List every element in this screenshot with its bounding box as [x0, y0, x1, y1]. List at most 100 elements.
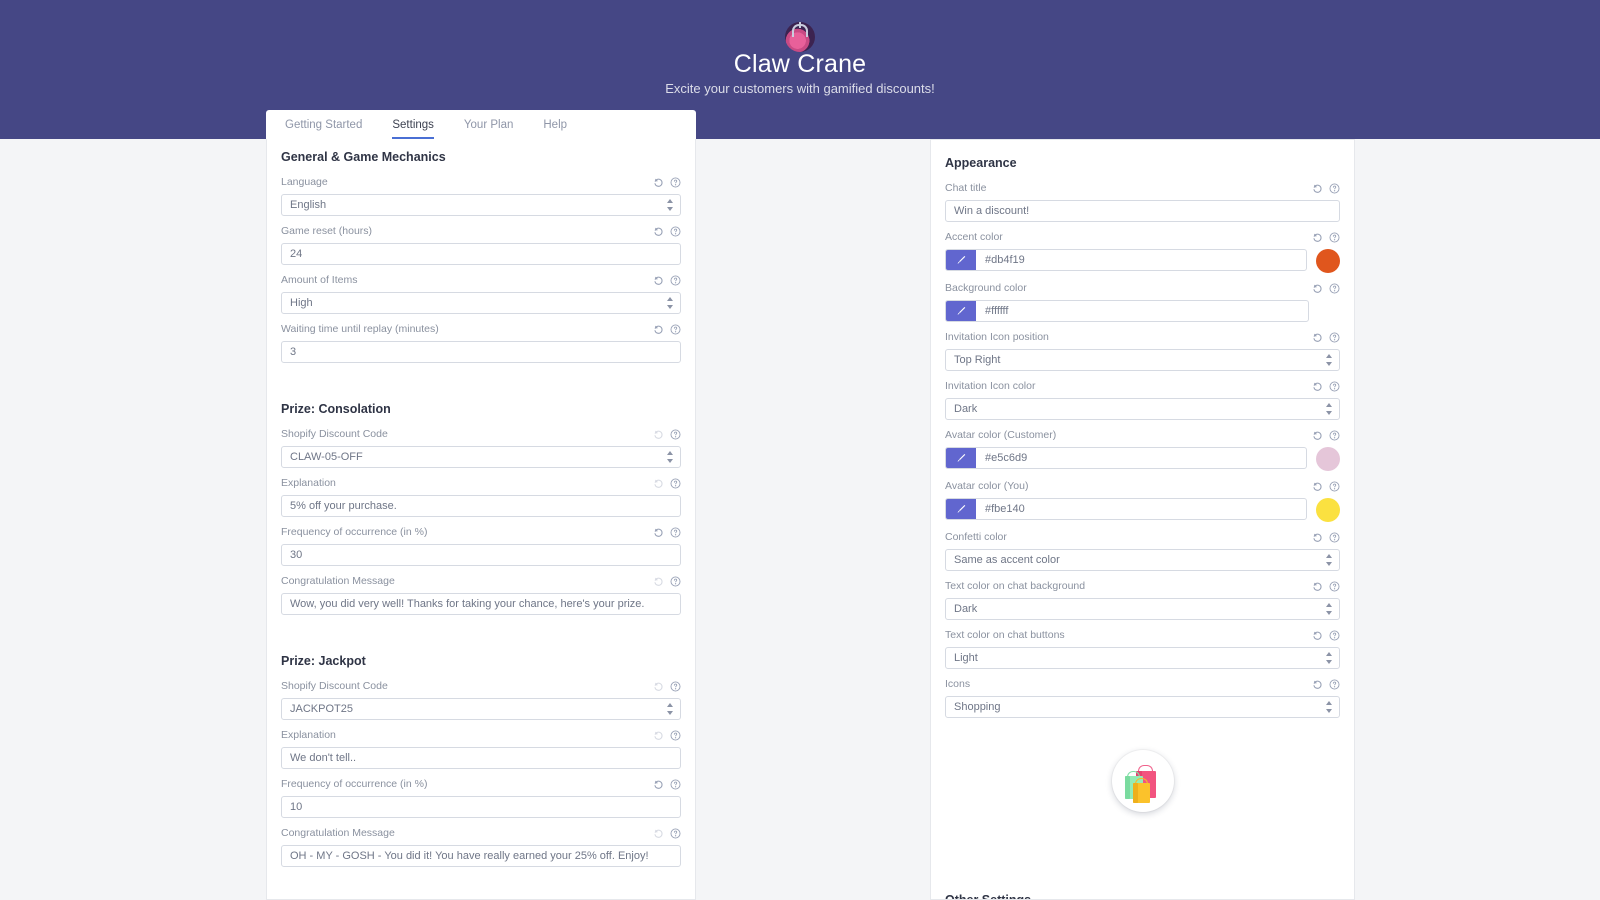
reset-arrow-icon[interactable] — [653, 576, 664, 587]
color-value[interactable]: #ffffff — [976, 305, 1308, 317]
field-invitation-icon-position: Invitation Icon position Top Right — [945, 329, 1340, 371]
reset-arrow-icon[interactable] — [653, 828, 664, 839]
color-input-avatar-color-customer[interactable]: #e5c6d9 — [945, 447, 1307, 469]
reset-arrow-icon[interactable] — [653, 478, 664, 489]
tab-your-plan[interactable]: Your Plan — [464, 110, 513, 139]
field-label: Frequency of occurrence (in %) — [281, 778, 428, 790]
input-chat-title[interactable]: Win a discount! — [945, 200, 1340, 222]
reset-arrow-icon[interactable] — [653, 324, 664, 335]
input-explanation[interactable]: We don't tell.. — [281, 747, 681, 769]
field-value: We don't tell.. — [290, 752, 357, 764]
color-picker-button[interactable] — [946, 448, 976, 468]
field-frequency-of-occurrence-in: Frequency of occurrence (in %) 30 — [281, 524, 681, 566]
help-circle-icon[interactable] — [1329, 430, 1340, 441]
field-actions — [653, 527, 681, 538]
select-invitation-icon-color[interactable]: Dark — [945, 398, 1340, 420]
reset-arrow-icon[interactable] — [653, 226, 664, 237]
appearance-panel: Appearance Chat title Win a discount! Acce… — [930, 139, 1355, 900]
help-circle-icon[interactable] — [670, 779, 681, 790]
help-circle-icon[interactable] — [1329, 381, 1340, 392]
help-circle-icon[interactable] — [1329, 232, 1340, 243]
help-circle-icon[interactable] — [1329, 630, 1340, 641]
select-invitation-icon-position[interactable]: Top Right — [945, 349, 1340, 371]
reset-arrow-icon[interactable] — [653, 779, 664, 790]
reset-arrow-icon[interactable] — [653, 730, 664, 741]
field-actions — [1312, 481, 1340, 492]
color-picker-button[interactable] — [946, 250, 976, 270]
color-picker-button[interactable] — [946, 301, 976, 321]
reset-arrow-icon[interactable] — [1312, 581, 1323, 592]
reset-arrow-icon[interactable] — [1312, 232, 1323, 243]
input-frequency-of-occurrence-in[interactable]: 10 — [281, 796, 681, 818]
help-circle-icon[interactable] — [670, 324, 681, 335]
color-value[interactable]: #e5c6d9 — [976, 452, 1306, 464]
field-actions — [1312, 430, 1340, 441]
reset-arrow-icon[interactable] — [653, 177, 664, 188]
color-input-avatar-color-you[interactable]: #fbe140 — [945, 498, 1307, 520]
select-shopify-discount-code[interactable]: JACKPOT25 — [281, 698, 681, 720]
help-circle-icon[interactable] — [670, 429, 681, 440]
help-circle-icon[interactable] — [670, 478, 681, 489]
color-value[interactable]: #db4f19 — [976, 254, 1306, 266]
tab-help[interactable]: Help — [543, 110, 567, 139]
tab-settings[interactable]: Settings — [392, 110, 434, 139]
help-circle-icon[interactable] — [1329, 183, 1340, 194]
reset-arrow-icon[interactable] — [653, 527, 664, 538]
reset-arrow-icon[interactable] — [653, 681, 664, 692]
reset-arrow-icon[interactable] — [1312, 679, 1323, 690]
section-title-appearance: Appearance — [945, 156, 1017, 170]
help-circle-icon[interactable] — [670, 177, 681, 188]
reset-arrow-icon[interactable] — [653, 429, 664, 440]
input-explanation[interactable]: 5% off your purchase. — [281, 495, 681, 517]
reset-arrow-icon[interactable] — [1312, 283, 1323, 294]
reset-arrow-icon[interactable] — [1312, 630, 1323, 641]
field-value: 5% off your purchase. — [290, 500, 397, 512]
field-label: Congratulation Message — [281, 575, 395, 587]
color-input-background-color[interactable]: #ffffff — [945, 300, 1309, 322]
help-circle-icon[interactable] — [670, 828, 681, 839]
reset-arrow-icon[interactable] — [1312, 532, 1323, 543]
color-picker-button[interactable] — [946, 499, 976, 519]
select-confetti-color[interactable]: Same as accent color — [945, 549, 1340, 571]
reset-arrow-icon[interactable] — [1312, 481, 1323, 492]
reset-arrow-icon[interactable] — [1312, 183, 1323, 194]
reset-arrow-icon[interactable] — [1312, 332, 1323, 343]
reset-arrow-icon[interactable] — [1312, 430, 1323, 441]
field-value: Light — [954, 652, 978, 664]
reset-arrow-icon[interactable] — [1312, 381, 1323, 392]
help-circle-icon[interactable] — [1329, 679, 1340, 690]
reset-arrow-icon[interactable] — [653, 275, 664, 286]
help-circle-icon[interactable] — [670, 681, 681, 692]
field-actions — [653, 324, 681, 335]
help-circle-icon[interactable] — [670, 576, 681, 587]
field-label: Frequency of occurrence (in %) — [281, 526, 428, 538]
help-circle-icon[interactable] — [670, 226, 681, 237]
select-text-color-on-chat-buttons[interactable]: Light — [945, 647, 1340, 669]
field-actions — [653, 779, 681, 790]
input-congratulation-message[interactable]: Wow, you did very well! Thanks for takin… — [281, 593, 681, 615]
field-shopify-discount-code: Shopify Discount Code JACKPOT25 — [281, 678, 681, 720]
select-language[interactable]: English — [281, 194, 681, 216]
input-congratulation-message[interactable]: OH - MY - GOSH - You did it! You have re… — [281, 845, 681, 867]
field-actions — [653, 828, 681, 839]
help-circle-icon[interactable] — [1329, 283, 1340, 294]
help-circle-icon[interactable] — [1329, 581, 1340, 592]
help-circle-icon[interactable] — [670, 730, 681, 741]
shopping-bags-icon — [1111, 750, 1174, 812]
field-congratulation-message: Congratulation Message OH - MY - GOSH - Y… — [281, 825, 681, 867]
help-circle-icon[interactable] — [1329, 481, 1340, 492]
color-value[interactable]: #fbe140 — [976, 503, 1306, 515]
help-circle-icon[interactable] — [1329, 532, 1340, 543]
input-waiting-time-until-replay-minutes[interactable]: 3 — [281, 341, 681, 363]
select-icons[interactable]: Shopping — [945, 696, 1340, 718]
help-circle-icon[interactable] — [670, 275, 681, 286]
input-frequency-of-occurrence-in[interactable]: 30 — [281, 544, 681, 566]
select-shopify-discount-code[interactable]: CLAW-05-OFF — [281, 446, 681, 468]
tab-getting-started[interactable]: Getting Started — [285, 110, 362, 139]
input-game-reset-hours[interactable]: 24 — [281, 243, 681, 265]
select-text-color-on-chat-background[interactable]: Dark — [945, 598, 1340, 620]
select-amount-of-items[interactable]: High — [281, 292, 681, 314]
color-input-accent-color[interactable]: #db4f19 — [945, 249, 1307, 271]
help-circle-icon[interactable] — [1329, 332, 1340, 343]
help-circle-icon[interactable] — [670, 527, 681, 538]
